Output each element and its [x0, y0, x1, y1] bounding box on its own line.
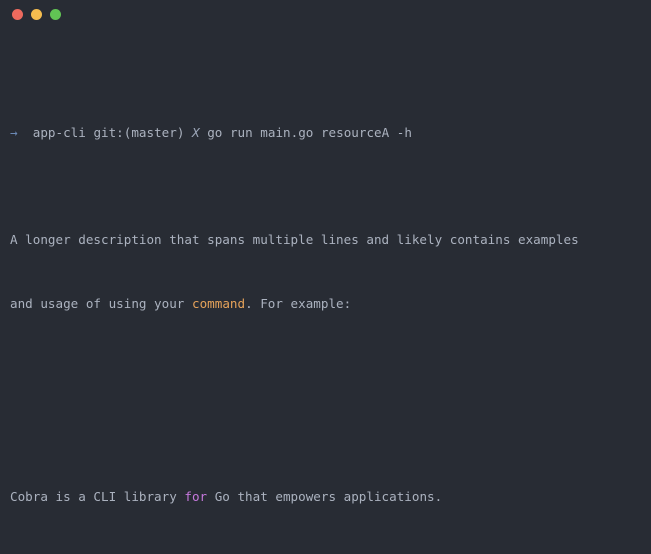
prompt-status-marker: X [192, 124, 200, 140]
terminal-window: → app-cli git:(master) X go run main.go … [0, 0, 651, 554]
description-line-2-pre: and usage of using your [10, 295, 192, 311]
cobra-line-1-post: Go that empowers applications. [207, 488, 443, 504]
cobra-line-1-pre: Cobra is a CLI library [10, 488, 185, 504]
cobra-line-2: This application is a tool to generate t… [10, 550, 641, 554]
cobra-keyword-for: for [184, 488, 208, 504]
minimize-button[interactable] [31, 8, 42, 20]
traffic-lights [12, 8, 61, 20]
cobra-line-1: Cobra is a CLI library for Go that empow… [10, 486, 641, 507]
zoom-button[interactable] [50, 8, 61, 20]
prompt-git-branch: git:(master) [93, 124, 185, 140]
terminal-output[interactable]: → app-cli git:(master) X go run main.go … [0, 28, 651, 554]
prompt-app-name: app-cli [32, 124, 86, 140]
description-line-1: A longer description that spans multiple… [10, 231, 579, 247]
description-line-2: and usage of using your command. For exa… [10, 293, 641, 314]
close-button[interactable] [12, 8, 23, 20]
description-keyword-command: command [191, 295, 246, 311]
prompt-space-2 [184, 125, 192, 140]
prompt-spacer [18, 125, 33, 140]
prompt-line: → app-cli git:(master) X go run main.go … [10, 122, 641, 143]
prompt-arrow-icon: → [10, 124, 18, 140]
title-bar [0, 0, 651, 28]
description-line-2-post: . For example: [245, 295, 352, 311]
prompt-command: go run main.go resourceA -h [207, 124, 412, 140]
